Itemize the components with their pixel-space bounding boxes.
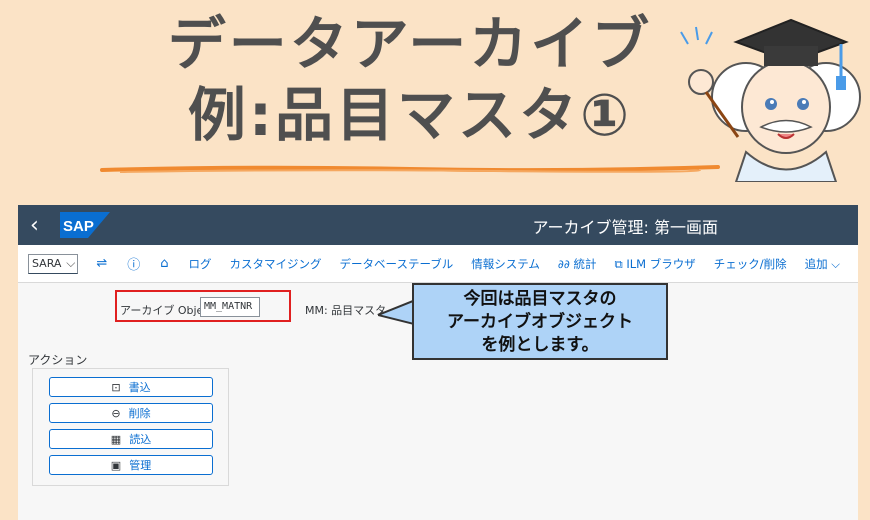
manage-icon: ▣ xyxy=(110,458,122,472)
actions-title: アクション xyxy=(28,353,88,367)
actions-panel: ⊡ 書込 ⊖ 削除 ▦ 読込 ▣ 管理 xyxy=(32,368,229,486)
chevron-down-icon: ⌵ xyxy=(831,256,840,271)
callout-line: アーカイブオブジェクト xyxy=(447,312,633,332)
read-icon: ▦ xyxy=(110,432,122,446)
sap-window: ‹ SAP アーカイブ管理: 第一画面 SARA ⌵ ⇌ ⓘ ⌂ ログ カスタマ… xyxy=(18,205,858,520)
manage-button-label: 管理 xyxy=(129,459,152,472)
archive-object-field[interactable]: MM_MATNR xyxy=(200,297,260,317)
sap-logo-text: SAP xyxy=(63,218,94,235)
application-toolbar: SARA ⌵ ⇌ ⓘ ⌂ ログ カスタマイジング データベーステーブル 情報シス… xyxy=(18,245,858,283)
window-title: アーカイブ管理: 第一画面 xyxy=(532,218,718,237)
toolbar-item-ilm-browser[interactable]: ⧉ ILM ブラウザ xyxy=(614,256,695,272)
callout-line: 今回は品目マスタの xyxy=(463,289,617,309)
banner-title: データアーカイブ 例:品目マスタ① xyxy=(120,8,700,150)
chevron-down-icon[interactable]: ⌵ xyxy=(66,256,75,271)
toolbar-item-info-system[interactable]: 情報システム xyxy=(471,256,540,272)
toolbar-item-check-delete[interactable]: チェック/削除 xyxy=(714,256,787,272)
write-icon: ⊡ xyxy=(111,380,121,394)
write-button[interactable]: ⊡ 書込 xyxy=(49,377,213,397)
sap-logo: SAP xyxy=(60,212,110,238)
toolbar-item-db-tables[interactable]: データベーステーブル xyxy=(340,256,454,272)
command-field[interactable]: SARA ⌵ xyxy=(28,253,79,274)
banner-title-line2: 例:品目マスタ① xyxy=(187,81,633,149)
callout-bubble: 今回は品目マスタの アーカイブオブジェクト を例とします。 xyxy=(412,283,668,360)
professor-mascot-illustration xyxy=(680,18,861,182)
delete-button-label: 削除 xyxy=(128,407,151,420)
toolbar-item-more[interactable]: 追加 ⌵ xyxy=(805,256,840,272)
statistics-icon: ∂∂ xyxy=(557,256,570,271)
command-icon[interactable]: ⇌ xyxy=(96,256,107,271)
toolbar-item-more-label: 追加 xyxy=(804,256,828,271)
toolbar-item-log[interactable]: ログ xyxy=(189,256,212,272)
delete-button[interactable]: ⊖ 削除 xyxy=(49,403,213,423)
back-arrow-icon[interactable]: ‹ xyxy=(30,213,50,238)
banner-title-line1: データアーカイブ xyxy=(167,10,653,78)
write-button-label: 書込 xyxy=(128,381,151,394)
manage-button[interactable]: ▣ 管理 xyxy=(49,455,213,475)
toolbox-icon[interactable]: ⌂ xyxy=(160,256,168,271)
read-button-label: 読込 xyxy=(129,433,152,446)
delete-icon: ⊖ xyxy=(111,406,121,420)
toolbar-item-statistics-label: 統計 xyxy=(573,256,597,271)
toolbar-item-ilm-label: ILM ブラウザ xyxy=(626,256,696,271)
read-button[interactable]: ▦ 読込 xyxy=(49,429,213,449)
info-icon[interactable]: ⓘ xyxy=(127,254,140,273)
shell-bar: ‹ SAP アーカイブ管理: 第一画面 xyxy=(18,205,858,245)
main-content: アーカイブ Object MM_MATNR MM: 品目マスタ 今回は品目マスタ… xyxy=(18,283,858,520)
toolbar-item-statistics[interactable]: ∂∂ 統計 xyxy=(558,256,597,272)
callout-line: を例とします。 xyxy=(481,335,599,355)
brush-underline xyxy=(100,165,720,173)
ilm-browser-icon: ⧉ xyxy=(614,256,623,271)
command-field-value: SARA xyxy=(32,257,62,270)
toolbar-item-customizing[interactable]: カスタマイジング xyxy=(230,256,322,272)
archive-object-description: MM: 品目マスタ xyxy=(305,304,387,317)
